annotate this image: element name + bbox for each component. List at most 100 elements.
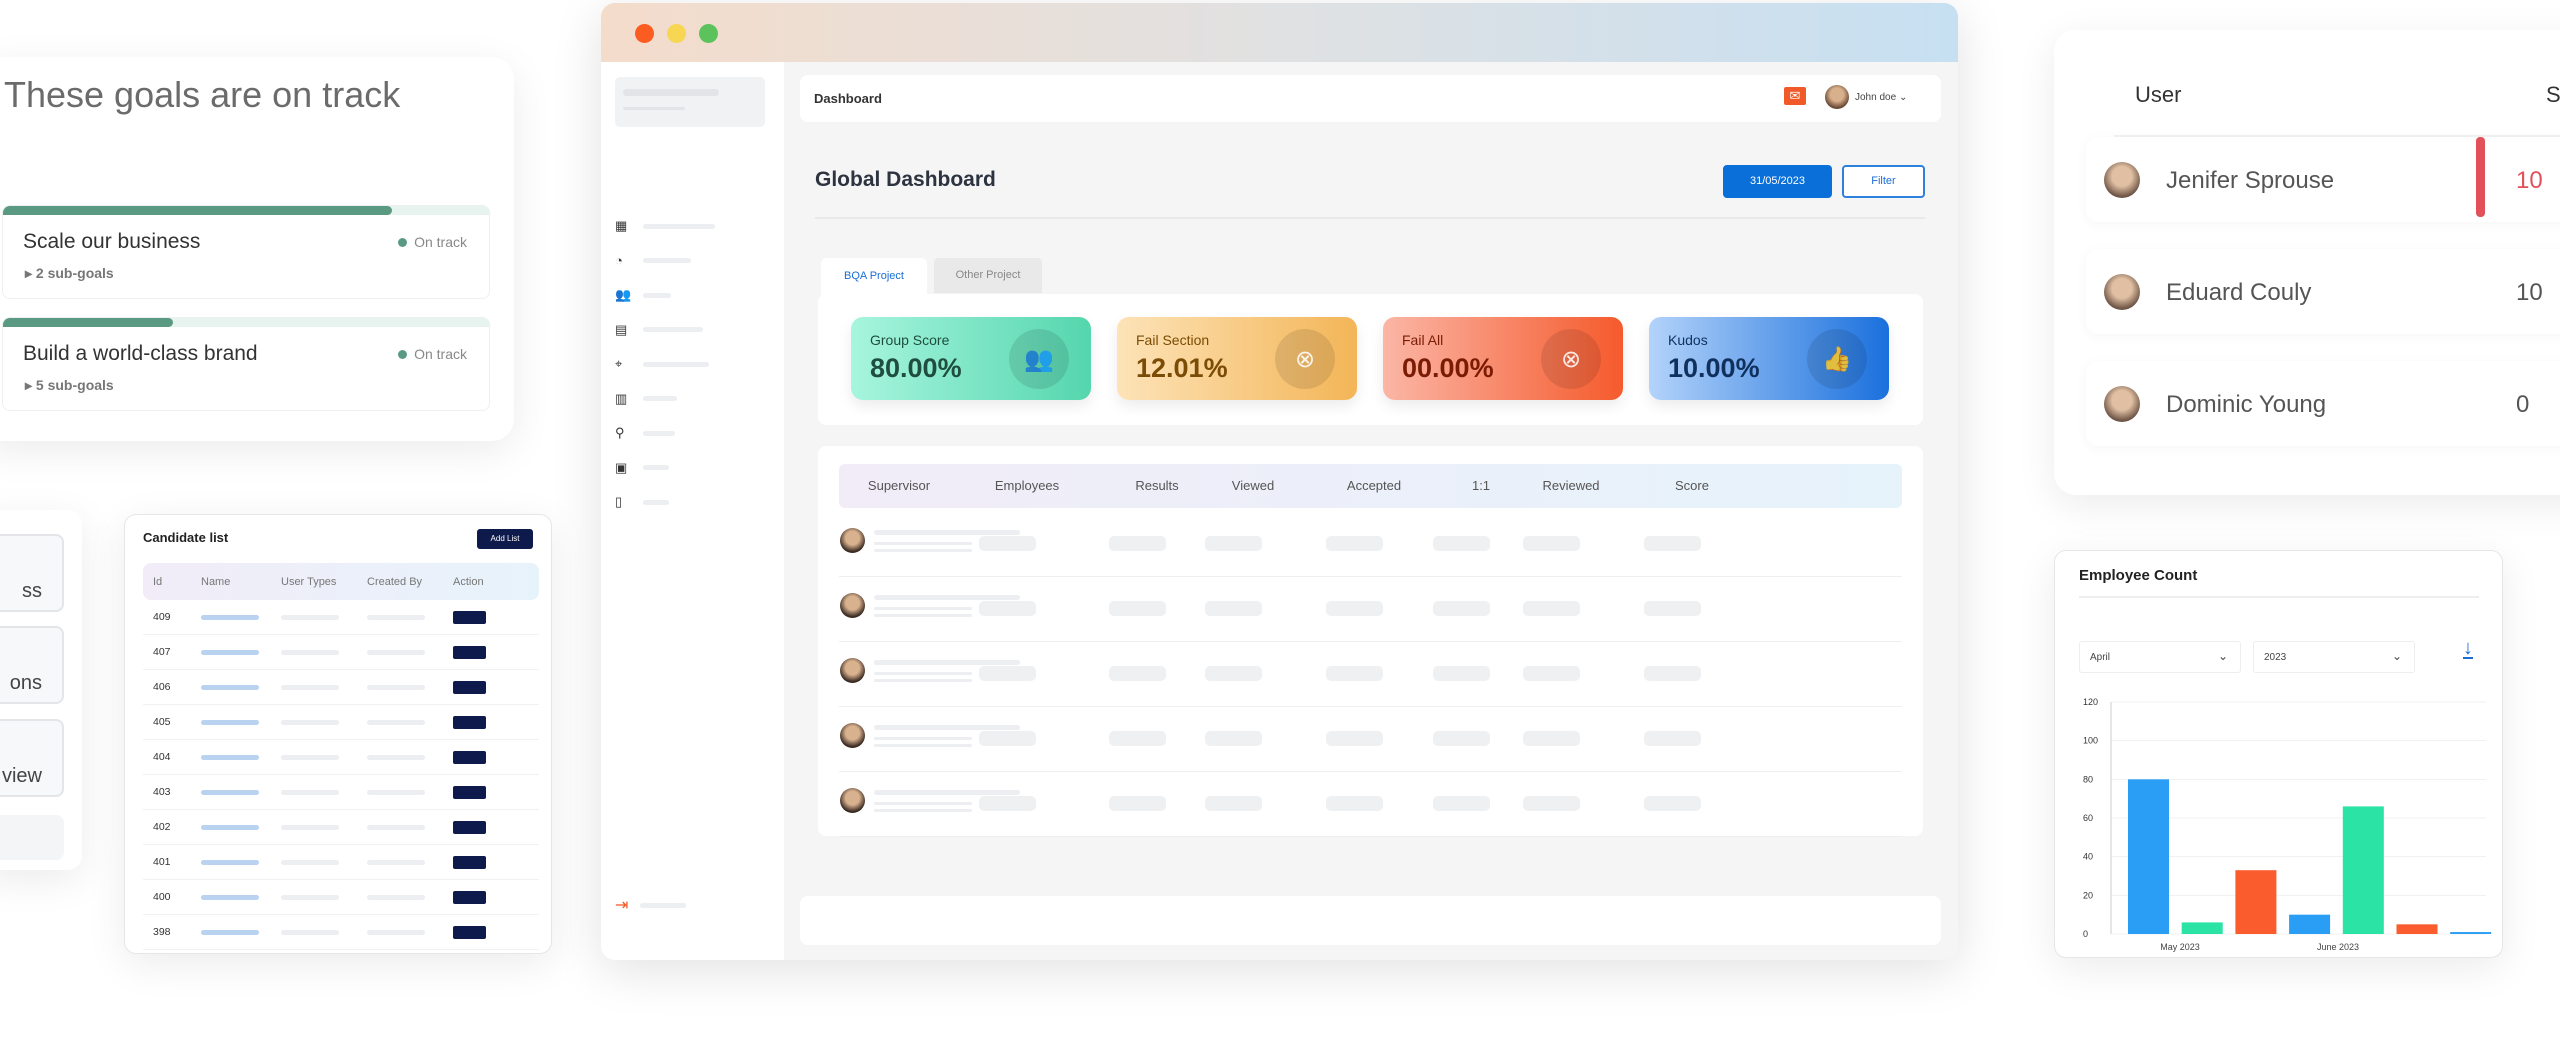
supervisor-row[interactable] <box>839 772 1902 837</box>
goal-item[interactable]: Build a world-class brand ▸ 5 sub-goals … <box>2 317 490 411</box>
maximize-window-button[interactable] <box>699 24 718 43</box>
filter-button[interactable]: Filter <box>1842 165 1925 198</box>
user-avatar[interactable] <box>1825 85 1849 109</box>
divider <box>815 217 1925 219</box>
action-button[interactable] <box>453 855 486 869</box>
y-tick-label: 120 <box>2083 697 2098 707</box>
cell-placeholder <box>1205 731 1262 746</box>
sidebar-item[interactable]: ▣ <box>615 460 669 476</box>
action-button[interactable] <box>453 610 486 624</box>
candidate-row[interactable]: 402 <box>143 810 539 845</box>
subgoals-toggle[interactable]: ▸ 5 sub-goals <box>25 377 114 394</box>
cell-placeholder <box>979 601 1036 616</box>
bar[interactable] <box>2235 870 2277 934</box>
stat-card[interactable]: Group Score 80.00% 👥 <box>851 317 1091 400</box>
mail-icon[interactable]: ✉ <box>1784 87 1806 105</box>
candidate-row[interactable]: 403 <box>143 775 539 810</box>
created-by-placeholder <box>367 719 425 725</box>
candidate-row[interactable]: 409 <box>143 600 539 635</box>
add-list-button[interactable]: Add List <box>477 529 533 549</box>
dashboard-icon: ▦ <box>615 218 628 233</box>
stat-card[interactable]: Kudos 10.00% 👍 <box>1649 317 1889 400</box>
name-placeholder <box>201 684 259 690</box>
bar[interactable] <box>2450 932 2492 934</box>
sidebar-item[interactable]: ▦ <box>615 218 715 234</box>
avatar <box>2104 274 2140 310</box>
stat-card[interactable]: Fail Section 12.01% ⊗ <box>1117 317 1357 400</box>
sidebar-item[interactable]: ▤ <box>615 322 703 338</box>
user-row[interactable]: Dominic Young 0 <box>2086 361 2560 446</box>
name-placeholder <box>201 789 259 795</box>
date-button[interactable]: 31/05/2023 <box>1723 165 1832 198</box>
action-button[interactable] <box>453 750 486 764</box>
action-button[interactable] <box>453 820 486 834</box>
action-button[interactable] <box>453 645 486 659</box>
user-score: 0 <box>2516 391 2530 418</box>
y-tick-label: 80 <box>2083 774 2093 784</box>
candidate-row[interactable]: 407 <box>143 635 539 670</box>
tab-bqa-project[interactable]: BQA Project <box>821 258 927 295</box>
calendar-icon: ▤ <box>615 321 628 337</box>
user-row[interactable]: Eduard Couly 10 <box>2086 249 2560 334</box>
employee-count-card: Employee Count April ⌄ 2023 ⌄ ↓ 0 20 40 60 80 1… <box>2054 550 2503 958</box>
sidebar-item[interactable]: ▯ <box>615 494 669 510</box>
bar[interactable] <box>2396 924 2438 934</box>
supervisor-row[interactable] <box>839 707 1902 772</box>
name-placeholder <box>201 649 259 655</box>
col-action: Action <box>453 575 484 588</box>
action-button[interactable] <box>453 715 486 729</box>
cell-placeholder <box>1523 666 1580 681</box>
cell-placeholder <box>1205 536 1262 551</box>
action-button[interactable] <box>453 785 486 799</box>
bar[interactable] <box>2342 806 2384 934</box>
user-menu[interactable]: John doe ⌄ <box>1855 92 1907 103</box>
partial-menu-item[interactable]: view <box>0 719 64 797</box>
bar[interactable] <box>2289 914 2331 934</box>
action-button[interactable] <box>453 680 486 694</box>
sidebar-item[interactable]: ▥ <box>615 391 677 407</box>
cell-placeholder <box>1523 796 1580 811</box>
subgoals-toggle[interactable]: ▸ 2 sub-goals <box>25 265 114 282</box>
col-header: Reviewed <box>1542 478 1600 493</box>
chevron-down-icon: ⌄ <box>1898 92 1908 103</box>
supervisor-row[interactable] <box>839 642 1902 707</box>
candidate-row[interactable]: 406 <box>143 670 539 705</box>
sidebar-item[interactable]: ◔ <box>615 253 691 269</box>
partial-menu-item[interactable] <box>0 815 64 860</box>
users-card: User S Jenifer Sprouse 10 Eduard Couly 10 Do… <box>2054 30 2560 495</box>
bar[interactable] <box>2128 779 2169 934</box>
highlight-bar <box>2476 137 2485 217</box>
chart-icon: ▥ <box>615 390 628 406</box>
partial-menu-item[interactable]: ss <box>0 534 64 612</box>
action-button[interactable] <box>453 890 486 904</box>
action-button[interactable] <box>453 925 486 939</box>
bar[interactable] <box>2181 922 2223 934</box>
stat-value: 12.01% <box>1136 353 1228 383</box>
sidebar-item-logout[interactable]: ⇥ <box>615 897 687 914</box>
avatar <box>840 723 865 748</box>
stat-value: 00.00% <box>1402 353 1494 383</box>
supervisor-row[interactable] <box>839 512 1902 577</box>
close-window-button[interactable] <box>635 24 654 43</box>
minimize-window-button[interactable] <box>667 24 686 43</box>
goal-item[interactable]: Scale our business ▸ 2 sub-goals On trac… <box>2 205 490 299</box>
sidebar-item[interactable]: ⌖ <box>615 356 709 372</box>
tab-other-project[interactable]: Other Project <box>934 258 1042 293</box>
candidate-row[interactable]: 404 <box>143 740 539 775</box>
user-type-placeholder <box>281 859 339 865</box>
supervisor-row[interactable] <box>839 577 1902 642</box>
user-name: Dominic Young <box>2166 391 2327 418</box>
sidebar-item[interactable]: ⚲ <box>615 425 675 441</box>
sidebar-item[interactable]: 👥 <box>615 287 671 303</box>
candidate-row[interactable]: 401 <box>143 845 539 880</box>
user-row[interactable]: Jenifer Sprouse 10 <box>2086 137 2560 222</box>
candidate-row[interactable]: 400 <box>143 880 539 915</box>
partial-menu-item[interactable]: ons <box>0 626 64 704</box>
candidate-row[interactable]: 405 <box>143 705 539 740</box>
avatar <box>840 593 865 618</box>
cell-placeholder <box>979 536 1036 551</box>
sidebar: ▦ ◔ 👥 ▤ ⌖ ▥ ⚲ ▣ ▯ ⇥ <box>601 62 784 960</box>
user-type-placeholder <box>281 894 339 900</box>
candidate-row[interactable]: 398 <box>143 915 539 950</box>
stat-card[interactable]: Fail All 00.00% ⊗ <box>1383 317 1623 400</box>
